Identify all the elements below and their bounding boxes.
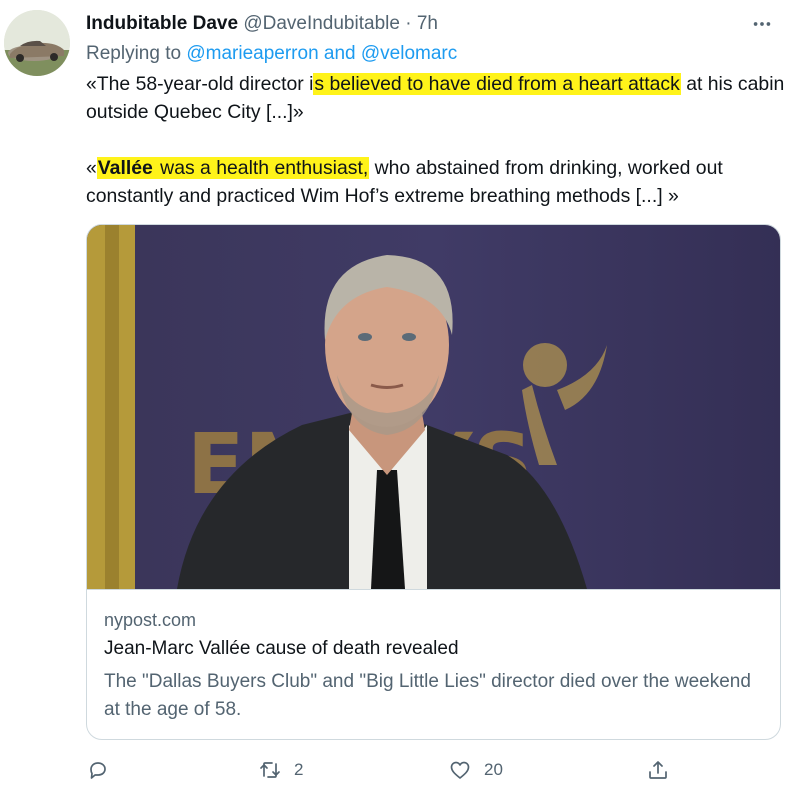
- tweet-paragraph-2: «Vallée was a health enthusiast, who abs…: [86, 154, 786, 210]
- avatar-image: [4, 10, 70, 76]
- card-description: The "Dallas Buyers Club" and "Big Little…: [104, 671, 751, 720]
- card-title: Jean-Marc Vallée cause of death revealed: [104, 638, 459, 659]
- retweet-icon: [260, 762, 280, 778]
- more-button[interactable]: [744, 6, 780, 42]
- like-count: 20: [484, 760, 503, 779]
- separator-dot: ·: [405, 13, 412, 34]
- link-card[interactable]: EMMYS: [86, 224, 781, 740]
- replying-prefix: Replying to: [86, 43, 187, 64]
- more-icon: [753, 22, 771, 26]
- retweet-button[interactable]: 2: [258, 752, 303, 788]
- tweet-paragraph-1: «The 58-year-old director is believed to…: [86, 70, 786, 126]
- tweet-header: Indubitable Dave @DaveIndubitable · 7h: [86, 12, 438, 36]
- reply-mentions-link[interactable]: @marieaperron and @velomarc: [186, 43, 457, 64]
- retweet-count: 2: [294, 760, 304, 779]
- text-segment: «The 58-year-old director i: [86, 73, 314, 95]
- author-handle[interactable]: @DaveIndubitable: [243, 13, 400, 34]
- replying-to: Replying to @marieaperron and @velomarc: [86, 42, 457, 66]
- highlighted-bold-text: Vallée: [96, 157, 154, 179]
- highlighted-text: was a health enthusiast,: [153, 157, 370, 179]
- card-divider: [87, 589, 780, 590]
- share-button[interactable]: [646, 752, 670, 788]
- tweet-text: «The 58-year-old director is believed to…: [86, 70, 786, 210]
- like-icon: [450, 761, 470, 779]
- reply-button[interactable]: [86, 752, 122, 788]
- text-segment: «: [86, 157, 97, 179]
- card-photo: EMMYS: [87, 225, 780, 589]
- avatar[interactable]: [4, 10, 70, 76]
- tweet-time[interactable]: 7h: [417, 13, 438, 34]
- tweet-actions: 2 20: [86, 752, 686, 788]
- author-name[interactable]: Indubitable Dave: [86, 13, 238, 34]
- card-domain: nypost.com: [104, 610, 197, 630]
- share-icon: [649, 761, 667, 779]
- like-button[interactable]: 20: [448, 752, 503, 788]
- card-image: EMMYS: [87, 225, 780, 589]
- highlighted-text: s believed to have died from a heart att…: [313, 73, 681, 95]
- reply-icon: [90, 762, 106, 779]
